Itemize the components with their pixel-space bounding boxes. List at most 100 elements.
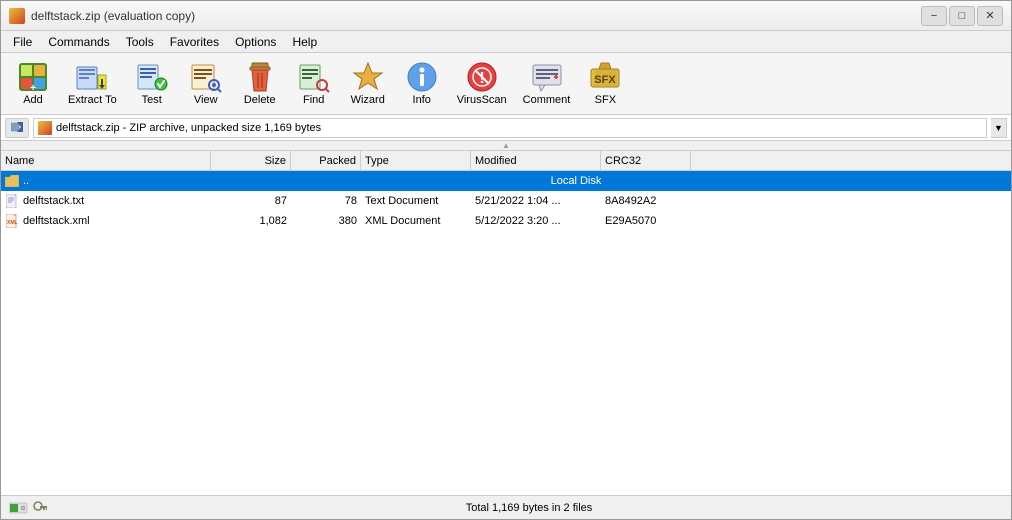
col-header-crc[interactable]: CRC32 [601, 151, 691, 170]
status-key-icon [33, 501, 47, 515]
address-bar: delftstack.zip - ZIP archive, unpacked s… [1, 115, 1011, 141]
xml-packed: 380 [291, 211, 361, 231]
comment-label: Comment [523, 94, 571, 106]
column-headers: Name Size Packed Type Modified CRC32 [1, 151, 1011, 171]
col-header-size[interactable]: Size [211, 151, 291, 170]
menu-tools[interactable]: Tools [118, 33, 162, 51]
title-buttons: − □ ✕ [921, 6, 1003, 26]
txt-type: Text Document [361, 191, 471, 211]
parent-type: Local Disk [361, 171, 791, 191]
find-icon [298, 61, 330, 93]
file-name-cell: XML delftstack.xml [1, 211, 211, 231]
back-button[interactable] [5, 118, 29, 138]
add-icon: + [17, 61, 49, 93]
col-header-modified[interactable]: Modified [471, 151, 601, 170]
address-text: delftstack.zip - ZIP archive, unpacked s… [56, 122, 321, 134]
status-icons [9, 501, 47, 515]
txt-size: 87 [211, 191, 291, 211]
file-name-cell: delftstack.txt [1, 191, 211, 211]
delete-button[interactable]: Delete [234, 57, 286, 110]
xml-size: 1,082 [211, 211, 291, 231]
find-label: Find [303, 94, 324, 106]
sfx-label: SFX [595, 94, 616, 106]
menu-commands[interactable]: Commands [40, 33, 117, 51]
find-button[interactable]: Find [288, 57, 340, 110]
comment-icon [531, 61, 563, 93]
menu-bar: File Commands Tools Favorites Options He… [1, 31, 1011, 53]
menu-favorites[interactable]: Favorites [162, 33, 227, 51]
xml-modified: 5/12/2022 3:20 ... [471, 211, 601, 231]
address-input: delftstack.zip - ZIP archive, unpacked s… [33, 118, 987, 138]
menu-options[interactable]: Options [227, 33, 284, 51]
svg-text:SFX: SFX [595, 74, 617, 86]
test-button[interactable]: Test [126, 57, 178, 110]
test-icon [136, 61, 168, 93]
maximize-button[interactable]: □ [949, 6, 975, 26]
parent-name: .. [23, 175, 29, 187]
virusscan-button[interactable]: ! VirusScan [450, 57, 514, 110]
minimize-button[interactable]: − [921, 6, 947, 26]
extract-icon [76, 61, 108, 93]
file-list: .. Local Disk delftstack.txt 87 78 Text … [1, 171, 1011, 495]
test-label: Test [142, 94, 162, 106]
sort-bar: ▲ [1, 141, 1011, 151]
xml-filename: delftstack.xml [23, 215, 90, 227]
window-title: delftstack.zip (evaluation copy) [31, 9, 195, 23]
parent-packed [291, 171, 361, 191]
sfx-icon: SFX [589, 61, 621, 93]
view-icon [190, 61, 222, 93]
txt-filename: delftstack.txt [23, 195, 84, 207]
menu-file[interactable]: File [5, 33, 40, 51]
parent-modified [791, 171, 921, 191]
menu-help[interactable]: Help [284, 33, 325, 51]
txt-packed: 78 [291, 191, 361, 211]
wizard-button[interactable]: Wizard [342, 57, 394, 110]
parent-size [211, 171, 291, 191]
view-button[interactable]: View [180, 57, 232, 110]
table-row[interactable]: XML delftstack.xml 1,082 380 XML Documen… [1, 211, 1011, 231]
delete-label: Delete [244, 94, 276, 106]
title-bar: delftstack.zip (evaluation copy) − □ ✕ [1, 1, 1011, 31]
table-row[interactable]: delftstack.txt 87 78 Text Document 5/21/… [1, 191, 1011, 211]
sfx-button[interactable]: SFX SFX [579, 57, 631, 110]
close-button[interactable]: ✕ [977, 6, 1003, 26]
svg-text:+: + [30, 83, 36, 93]
parent-folder-icon [5, 174, 19, 188]
title-left: delftstack.zip (evaluation copy) [9, 8, 195, 24]
txt-file-icon [5, 194, 19, 208]
address-dropdown[interactable]: ▼ [991, 118, 1007, 138]
status-text: Total 1,169 bytes in 2 files [55, 502, 1003, 514]
xml-crc: E29A5070 [601, 211, 691, 231]
delete-icon [244, 61, 276, 93]
add-label: Add [23, 94, 43, 106]
status-bar: Total 1,169 bytes in 2 files [1, 495, 1011, 519]
col-header-name[interactable]: Name [1, 151, 211, 170]
xml-type: XML Document [361, 211, 471, 231]
xml-file-icon: XML [5, 214, 19, 228]
virusscan-icon: ! [466, 61, 498, 93]
extract-label: Extract To [68, 94, 117, 106]
add-button[interactable]: + Add [7, 57, 59, 110]
txt-modified: 5/21/2022 1:04 ... [471, 191, 601, 211]
parent-crc [921, 171, 1011, 191]
info-icon [406, 61, 438, 93]
info-button[interactable]: Info [396, 57, 448, 110]
table-row[interactable]: .. Local Disk [1, 171, 1011, 191]
info-label: Info [413, 94, 431, 106]
wizard-icon [352, 61, 384, 93]
wizard-label: Wizard [351, 94, 385, 106]
view-label: View [194, 94, 218, 106]
comment-button[interactable]: Comment [516, 57, 578, 110]
col-header-packed[interactable]: Packed [291, 151, 361, 170]
zip-icon [38, 121, 52, 135]
toolbar: + Add Extract To [1, 53, 1011, 115]
status-drive-icon [9, 501, 29, 515]
sort-triangle: ▲ [502, 141, 510, 150]
extract-button[interactable]: Extract To [61, 57, 124, 110]
app-icon [9, 8, 25, 24]
virusscan-label: VirusScan [457, 94, 507, 106]
col-header-type[interactable]: Type [361, 151, 471, 170]
svg-text:XML: XML [7, 220, 18, 226]
txt-crc: 8A8492A2 [601, 191, 691, 211]
file-name-cell: .. [1, 171, 211, 191]
